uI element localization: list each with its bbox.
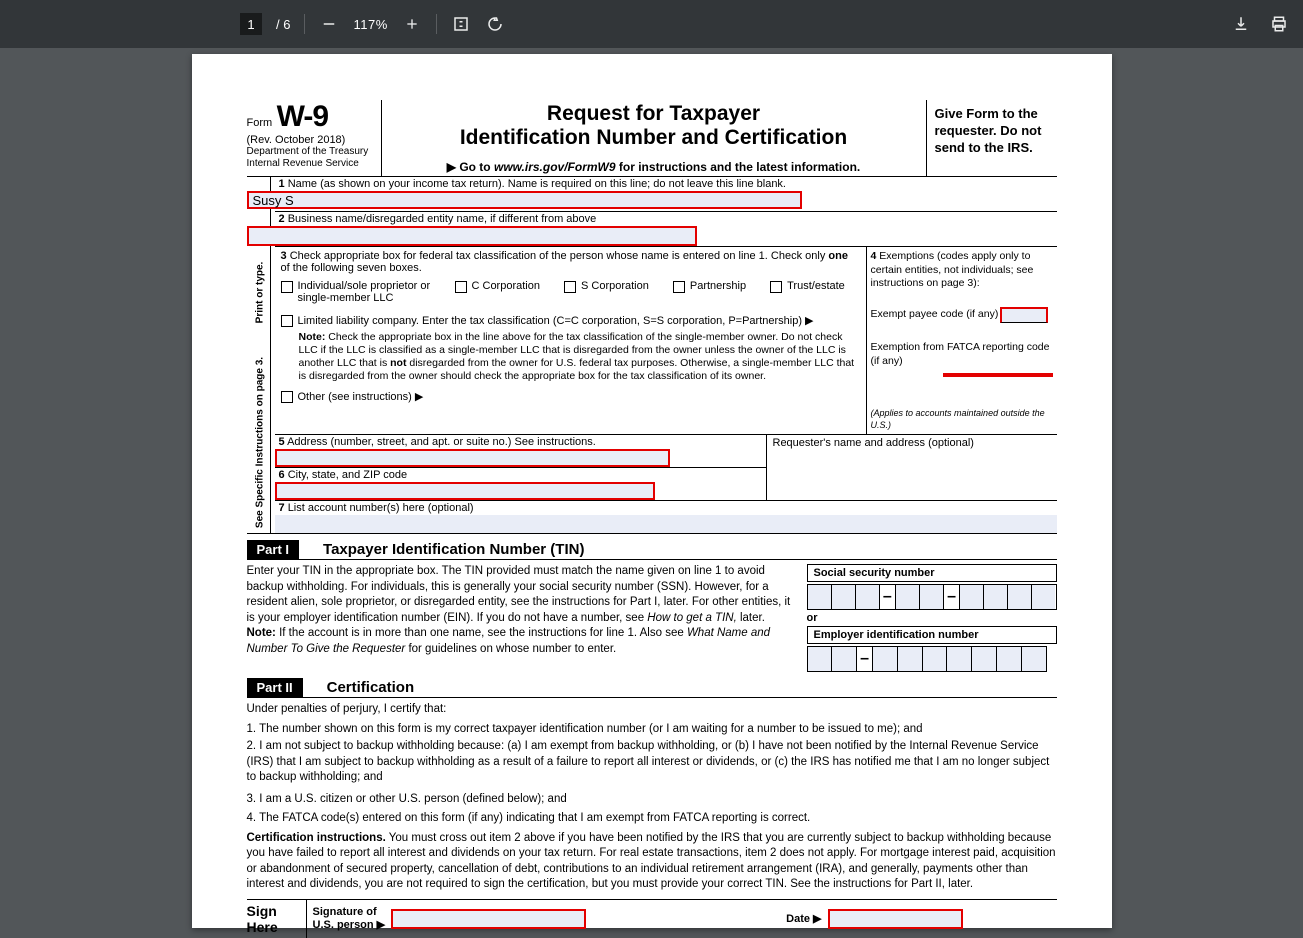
checkbox-other[interactable]: Other (see instructions) ▶ [281,390,860,403]
line-4-label: 4 Exemptions (codes apply only to certai… [871,250,1053,291]
page-number-input[interactable]: 1 [240,13,262,35]
checkbox-trust[interactable]: Trust/estate [770,280,845,304]
rotate-button[interactable] [485,14,505,34]
page-sep: / 6 [276,17,290,32]
address-field[interactable] [275,449,670,467]
cert-item-3: 3. I am a U.S. citizen or other U.S. per… [247,792,1057,808]
zoom-out-button[interactable] [319,14,339,34]
line-3-label: 3 Check appropriate box for federal tax … [281,250,860,274]
ssn-label: Social security number [807,564,1057,582]
give-form-text: Give Form to the requester. Do not send … [927,100,1057,176]
line-2-label: 2 Business name/disregarded entity name,… [275,212,1057,226]
checkbox-partnership[interactable]: Partnership [673,280,746,304]
dept-line-2: Internal Revenue Service [247,158,375,170]
zoom-level[interactable]: 117% [353,17,387,32]
form-label: Form [247,117,273,129]
exempt-payee-row: Exempt payee code (if any) [871,307,1053,323]
line-6-label: 6 City, state, and ZIP code [275,468,766,482]
cert-under: Under penalties of perjury, I certify th… [247,702,1057,718]
form-code: W-9 [277,100,328,133]
signature-field[interactable] [391,909,586,929]
part-2-header: Part II Certification [247,678,1057,698]
llc-note: Note: Check the appropriate box in the l… [281,331,860,384]
date-field[interactable] [828,909,963,929]
form-title-2: Identification Number and Certification [388,126,920,150]
cert-instructions: Certification instructions. You must cro… [247,831,1057,893]
dept-line-1: Department of the Treasury [247,146,375,158]
toolbar-divider [436,14,437,34]
pdf-page: Form W-9 (Rev. October 2018) Department … [192,54,1112,928]
part-1-header: Part I Taxpayer Identification Number (T… [247,540,1057,560]
exempt-payee-field[interactable] [1000,307,1048,323]
checkbox-individual[interactable]: Individual/sole proprietor or single-mem… [281,280,431,304]
applies-note: (Applies to accounts maintained outside … [871,408,1053,431]
sign-here-row: SignHere Signature ofU.S. person ▶ Date … [247,899,1057,938]
pdf-toolbar: 1 / 6 117% [0,0,1303,48]
cert-item-4: 4. The FATCA code(s) entered on this for… [247,811,1057,827]
exempt-fatca-field[interactable] [943,373,1053,377]
form-revision: (Rev. October 2018) [247,134,375,146]
ein-label: Employer identification number [807,626,1057,644]
form-header: Form W-9 (Rev. October 2018) Department … [247,100,1057,177]
checkbox-llc[interactable]: Limited liability company. Enter the tax… [281,314,860,327]
checkbox-ccorp[interactable]: C Corporation [455,280,540,304]
zoom-in-button[interactable] [402,14,422,34]
ssn-field[interactable]: –– [807,584,1057,610]
fit-page-button[interactable] [451,14,471,34]
date-label: Date ▶ [786,912,821,925]
goto-link: ▶ Go to www.irs.gov/FormW9 for instructi… [388,160,920,174]
requester-label: Requester's name and address (optional) [767,435,1057,500]
toolbar-divider [304,14,305,34]
sign-here-label: SignHere [247,900,307,938]
cert-item-2: 2. I am not subject to backup withholdin… [247,739,1057,786]
business-name-field[interactable] [247,226,697,246]
exempt-fatca-row: Exemption from FATCA reporting code (if … [871,341,1053,368]
line-7-label: 7 List account number(s) here (optional) [275,501,1057,515]
signature-label: Signature ofU.S. person ▶ [313,906,386,932]
account-numbers-field[interactable] [275,515,1057,533]
line-1-label: 1 Name (as shown on your income tax retu… [275,177,1057,191]
name-field[interactable]: Susy S [247,191,802,209]
cert-item-1: 1. The number shown on this form is my c… [247,722,1057,738]
ein-field[interactable]: – [807,646,1047,672]
or-label: or [807,612,1057,624]
checkbox-scorp[interactable]: S Corporation [564,280,649,304]
form-title-1: Request for Taxpayer [388,102,920,126]
print-button[interactable] [1269,14,1289,34]
line-5-label: 5 Address (number, street, and apt. or s… [275,435,766,449]
download-button[interactable] [1231,14,1251,34]
city-state-zip-field[interactable] [275,482,655,500]
